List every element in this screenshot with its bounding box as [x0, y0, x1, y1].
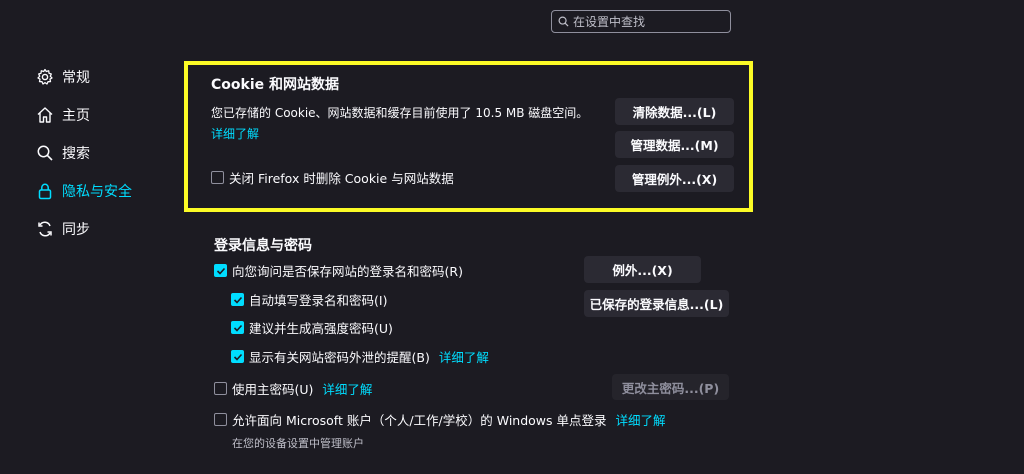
autofill-checkbox[interactable]: [231, 293, 244, 306]
delete-cookies-checkbox[interactable]: [211, 171, 224, 184]
windows-learn-more-link[interactable]: 详细了解: [616, 410, 666, 429]
cookies-learn-more-link[interactable]: 详细了解: [211, 125, 259, 142]
sync-icon: [38, 221, 52, 237]
login-exceptions-button[interactable]: 例外...(X): [584, 256, 701, 283]
primary-learn-more-link[interactable]: 详细了解: [322, 379, 372, 398]
primary-password-label: 使用主密码(U): [232, 382, 314, 397]
sidebar-item-label: 隐私与安全: [62, 184, 132, 200]
checkmark-icon: [216, 267, 225, 275]
sidebar-item-label: 同步: [62, 222, 90, 238]
search-placeholder: 在设置中查找: [573, 15, 646, 29]
search-icon: [37, 145, 53, 161]
logins-title: 登录信息与密码: [214, 238, 312, 254]
windows-sso-label: 允许面向 Microsoft 账户（个人/工作/学校）的 Windows 单点登…: [232, 413, 607, 428]
sidebar-item-home[interactable]: 主页: [36, 96, 132, 134]
lock-icon: [38, 183, 52, 200]
home-icon: [37, 107, 53, 123]
breach-checkbox[interactable]: [231, 350, 244, 363]
cookies-usage-text: 您已存储的 Cookie、网站数据和缓存目前使用了 10.5 MB 磁盘空间。: [211, 106, 589, 120]
autofill-label: 自动填写登录名和密码(I): [249, 293, 388, 308]
checkmark-icon: [233, 324, 242, 332]
manage-data-button[interactable]: 管理数据...(M): [615, 131, 734, 158]
cookies-title: Cookie 和网站数据: [211, 77, 339, 93]
ask-to-save-label: 向您询问是否保存网站的登录名和密码(R): [232, 264, 463, 279]
saved-logins-button[interactable]: 已保存的登录信息...(L): [584, 290, 729, 317]
clear-data-button[interactable]: 清除数据...(L): [615, 98, 734, 125]
checkmark-icon: [233, 353, 242, 361]
search-input[interactable]: 在设置中查找: [551, 10, 731, 33]
suggest-label: 建议并生成高强度密码(U): [249, 321, 393, 336]
manage-exceptions-button[interactable]: 管理例外...(X): [615, 165, 734, 192]
windows-sso[interactable]: 允许面向 Microsoft 账户（个人/工作/学校）的 Windows 单点登…: [214, 410, 666, 429]
sidebar-item-search[interactable]: 搜索: [36, 134, 132, 172]
sidebar-item-sync[interactable]: 同步: [36, 210, 132, 248]
windows-sso-sub: 在您的设备设置中管理账户: [232, 437, 364, 450]
sidebar-item-privacy[interactable]: 隐私与安全: [36, 172, 132, 210]
sidebar-item-label: 搜索: [62, 146, 90, 162]
suggest-passwords[interactable]: 建议并生成高强度密码(U): [231, 318, 393, 337]
ask-to-save-logins[interactable]: 向您询问是否保存网站的登录名和密码(R): [214, 261, 463, 280]
sidebar-item-label: 常规: [62, 70, 90, 86]
change-primary-password-button[interactable]: 更改主密码...(P): [612, 374, 729, 400]
ask-to-save-checkbox[interactable]: [214, 264, 227, 277]
delete-cookies-on-close[interactable]: 关闭 Firefox 时删除 Cookie 与网站数据: [211, 168, 454, 187]
delete-cookies-label: 关闭 Firefox 时删除 Cookie 与网站数据: [229, 171, 454, 186]
primary-password-checkbox[interactable]: [214, 382, 227, 395]
windows-sso-checkbox[interactable]: [214, 413, 227, 426]
use-primary-password[interactable]: 使用主密码(U) 详细了解: [214, 379, 372, 398]
breach-label: 显示有关网站密码外泄的提醒(B): [249, 350, 430, 365]
suggest-checkbox[interactable]: [231, 321, 244, 334]
sidebar-item-general[interactable]: 常规: [36, 58, 132, 96]
breach-alerts[interactable]: 显示有关网站密码外泄的提醒(B) 详细了解: [231, 347, 489, 366]
autofill-logins[interactable]: 自动填写登录名和密码(I): [231, 290, 387, 309]
sidebar-item-label: 主页: [62, 108, 90, 124]
sidebar: 常规 主页 搜索 隐私与安全 同步: [36, 58, 132, 248]
breach-learn-more-link[interactable]: 详细了解: [439, 347, 489, 366]
gear-icon: [37, 68, 53, 85]
checkmark-icon: [233, 296, 242, 304]
search-icon: [558, 16, 569, 27]
